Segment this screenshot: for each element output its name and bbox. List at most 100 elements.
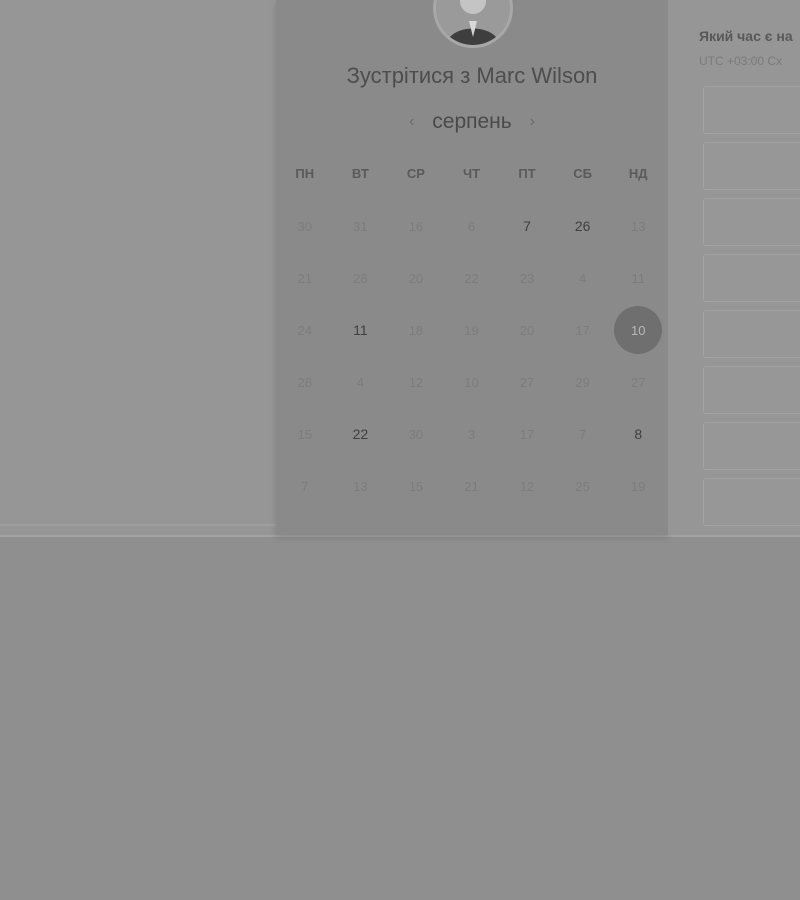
time-slot-button[interactable] <box>703 198 800 246</box>
calendar-day-label: 7 <box>301 478 309 494</box>
calendar-day: 25 <box>555 460 611 512</box>
calendar-day-label: 7 <box>579 426 587 442</box>
calendar-day-label: 17 <box>575 322 590 338</box>
calendar-day: 22 <box>444 252 500 304</box>
calendar-day-label: 11 <box>631 270 645 286</box>
calendar-day: 7 <box>277 460 333 512</box>
calendar-day-label: 27 <box>519 374 535 390</box>
calendar-day: 23 <box>499 252 555 304</box>
calendar-day-label: 17 <box>519 426 535 442</box>
calendar-day-label: 31 <box>353 218 368 234</box>
calendar-day-label: 20 <box>408 270 424 286</box>
calendar-day: 27 <box>610 356 666 408</box>
time-slot-button[interactable] <box>703 86 800 134</box>
page-title: Зустрітися з Marc Wilson <box>346 63 598 88</box>
calendar-day: 15 <box>388 460 444 512</box>
calendar-day[interactable]: 7 <box>499 200 555 252</box>
calendar-day-label: 27 <box>630 374 646 390</box>
time-slots-panel: Який час є на UTC +03:00 Сх <box>668 0 800 535</box>
calendar-day: 13 <box>333 460 389 512</box>
calendar-day-label: 10 <box>614 306 663 354</box>
calendar-day: 12 <box>388 356 444 408</box>
calendar-day-label: 15 <box>408 478 424 494</box>
calendar-grid: 30 31 16 6 7 26 13 21 28 20 22 23 4 11 24 11 18 19 20 17 10 2… <box>277 200 666 512</box>
calendar-day-label: 4 <box>579 270 587 286</box>
calendar-day-label: 30 <box>297 218 313 234</box>
calendar-day-label: 21 <box>297 270 313 286</box>
calendar-day-label: 10 <box>464 374 479 390</box>
calendar-day: 16 <box>388 200 444 252</box>
calendar-day-label: 19 <box>630 478 646 494</box>
calendar-day: 19 <box>610 460 666 512</box>
calendar-day[interactable]: 26 <box>555 200 611 252</box>
calendar-day: 12 <box>499 460 555 512</box>
time-slot-button[interactable] <box>703 422 800 470</box>
chevron-left-icon[interactable]: ‹ <box>409 113 414 131</box>
calendar-day-label: 16 <box>408 218 424 234</box>
calendar-day: 18 <box>388 304 444 356</box>
weekday-label: СР <box>406 166 425 181</box>
calendar-day-label: 22 <box>464 270 479 286</box>
calendar-day-label: 7 <box>523 218 531 234</box>
calendar-day: 13 <box>610 200 666 252</box>
calendar-day-label: 11 <box>353 322 368 338</box>
time-slot-button[interactable] <box>703 478 800 526</box>
calendar-day-label: 21 <box>464 478 479 494</box>
calendar-day-label: 20 <box>519 322 535 338</box>
calendar-day: 24 <box>277 304 333 356</box>
weekday-label: ВТ <box>351 166 369 181</box>
calendar-day: 29 <box>555 356 611 408</box>
calendar-day: 6 <box>444 200 500 252</box>
calendar-day-label: 3 <box>467 426 476 442</box>
time-slot-button[interactable] <box>703 142 800 190</box>
chevron-right-icon[interactable]: › <box>530 113 535 131</box>
calendar-day: 11 <box>610 252 666 304</box>
calendar-day: 20 <box>388 252 444 304</box>
calendar-day: 3 <box>444 408 500 460</box>
calendar-day: 20 <box>499 304 555 356</box>
calendar-day: 28 <box>333 252 389 304</box>
weekday-header: ПН ВТ СР ЧТ ПТ СБ НД <box>277 166 666 181</box>
time-slot-button[interactable] <box>703 310 800 358</box>
calendar-day-label: 13 <box>353 478 368 494</box>
calendar-day-label: 4 <box>356 374 364 390</box>
person-icon <box>436 0 510 45</box>
weekday-label: НД <box>628 166 648 181</box>
calendar-day-label: 25 <box>575 478 590 494</box>
calendar-day[interactable]: 22 <box>333 408 389 460</box>
calendar-day: 15 <box>277 408 333 460</box>
calendar-day-label: 28 <box>353 270 368 286</box>
time-slot-button[interactable] <box>703 366 800 414</box>
weekday-label: ПТ <box>518 166 536 181</box>
calendar-day: 4 <box>555 252 611 304</box>
calendar-day: 30 <box>388 408 444 460</box>
calendar-day[interactable]: 8 <box>610 408 666 460</box>
calendar-day: 17 <box>499 408 555 460</box>
avatar <box>433 0 513 48</box>
timezone-label: UTC +03:00 Сх <box>699 54 783 68</box>
calendar-day: 21 <box>444 460 500 512</box>
calendar-day: 7 <box>555 408 611 460</box>
calendar-day: 28 <box>277 356 333 408</box>
calendar-day-label: 6 <box>467 218 476 234</box>
calendar-day-label: 15 <box>297 426 313 442</box>
calendar-day[interactable]: 11 <box>333 304 389 356</box>
calendar-day-label: 8 <box>634 426 643 442</box>
calendar-day: 21 <box>277 252 333 304</box>
calendar-day-label: 28 <box>297 374 313 390</box>
month-label: серпень <box>432 110 512 133</box>
time-slot-button[interactable] <box>703 254 800 302</box>
calendar-day-label: 19 <box>464 322 479 338</box>
calendar-day: 30 <box>277 200 333 252</box>
calendar-day: 27 <box>499 356 555 408</box>
weekday-label: СБ <box>573 166 592 181</box>
calendar-day-label: 23 <box>519 270 535 286</box>
calendar-day-label: 12 <box>519 478 535 494</box>
calendar-day-selected[interactable]: 10 <box>610 304 666 356</box>
calendar-day-label: 18 <box>408 322 424 338</box>
weekday-label: ПН <box>295 166 315 181</box>
scheduler-panel: Зустрітися з Marc Wilson ‹ серпень › ПН … <box>276 0 668 535</box>
calendar-day: 17 <box>555 304 611 356</box>
month-navigation: ‹ серпень › <box>276 108 668 136</box>
weekday-label: ЧТ <box>462 166 481 181</box>
